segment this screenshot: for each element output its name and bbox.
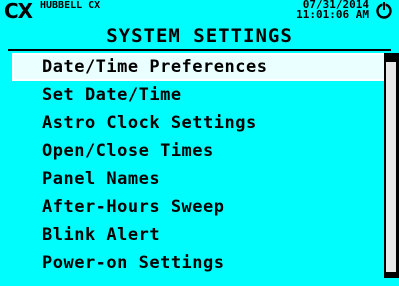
settings-menu: Date/Time Preferences Set Date/Time Astr… [12,53,386,277]
menu-item-after-hours-sweep[interactable]: After-Hours Sweep [12,193,386,221]
power-icon[interactable] [375,1,393,19]
menu-item-set-date-time[interactable]: Set Date/Time [12,81,386,109]
menu-item-power-on-settings[interactable]: Power-on Settings [12,249,386,277]
brand-logo: CX [4,0,33,23]
status-header: CX HUBBELL CX 07/31/2014 11:01:06 AM [0,0,399,22]
system-settings-screen: CX HUBBELL CX 07/31/2014 11:01:06 AM SYS… [0,0,399,286]
date-time-readout: 07/31/2014 11:01:06 AM [296,0,369,20]
time-text: 11:01:06 AM [296,8,369,21]
device-name: HUBBELL CX [40,0,101,11]
title-divider [8,49,391,51]
menu-item-panel-names[interactable]: Panel Names [12,165,386,193]
scrollbar-thumb[interactable] [386,62,396,272]
page-title: SYSTEM SETTINGS [106,25,293,47]
menu-item-astro-clock-settings[interactable]: Astro Clock Settings [12,109,386,137]
menu-item-blink-alert[interactable]: Blink Alert [12,221,386,249]
menu-item-open-close-times[interactable]: Open/Close Times [12,137,386,165]
menu-item-date-time-preferences[interactable]: Date/Time Preferences [12,53,386,81]
